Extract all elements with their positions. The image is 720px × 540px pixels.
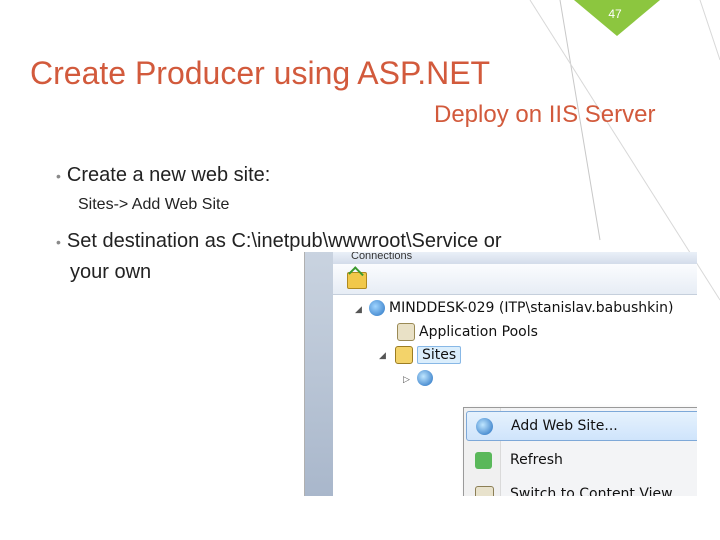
context-menu: Add Web Site... Refresh Switch to Conten… [463,407,697,496]
expand-arrow-icon[interactable]: ▷ [403,374,410,385]
content-view-icon [475,486,494,496]
menu-item-switch-content-view[interactable]: Switch to Content View [466,480,697,496]
new-connection-icon[interactable] [347,272,367,289]
tree-node-label: Sites [417,346,462,364]
tree-node-sites[interactable]: Sites [395,345,462,365]
window-side-panel [305,252,333,496]
application-pools-icon [397,323,415,341]
website-globe-icon [417,370,433,386]
server-icon [369,300,385,316]
slide-subtitle: Deploy on IIS Server [434,101,656,128]
bullet-text: Create a new web site: [66,164,271,186]
refresh-icon [475,452,492,469]
tree-node-server[interactable]: MINDDESK-029 (ITP\stanislav.babushkin) [369,298,673,318]
connections-tree: ◢ MINDDESK-029 (ITP\stanislav.babushkin)… [333,294,697,496]
menu-item-label: Switch to Content View [510,486,673,496]
collapse-arrow-icon[interactable]: ◢ [355,304,362,315]
slide-title: Create Producer using ASP.NET [30,55,491,91]
sub-bullet: Sites-> Add Web Site [78,196,230,213]
tree-node-label: Application Pools [419,324,538,340]
iis-manager-screenshot: Connections ◢ MINDDESK-029 (ITP\stanisla… [304,252,697,496]
globe-add-icon [476,418,493,435]
connections-toolbar [333,264,697,295]
menu-item-refresh[interactable]: Refresh [466,446,697,474]
connections-header: Connections [333,252,697,264]
menu-item-add-web-site[interactable]: Add Web Site... [466,411,697,441]
slide-number: 47 [608,7,622,21]
bullet-dot-icon: • [56,167,61,184]
tree-node-site[interactable] [417,368,437,388]
sites-folder-icon [395,346,413,364]
tree-node-label: MINDDESK-029 (ITP\stanislav.babushkin) [389,300,674,316]
collapse-arrow-icon[interactable]: ◢ [379,350,386,361]
bullet-text: Set destination as C:\inetpub\wwwroot\Se… [66,230,502,252]
bullet-item: • Create a new web site: [56,160,270,191]
menu-item-label: Refresh [510,452,563,468]
tree-node-app-pools[interactable]: Application Pools [397,322,538,342]
menu-item-label: Add Web Site... [511,418,618,434]
bullet-dot-icon: • [56,233,61,250]
